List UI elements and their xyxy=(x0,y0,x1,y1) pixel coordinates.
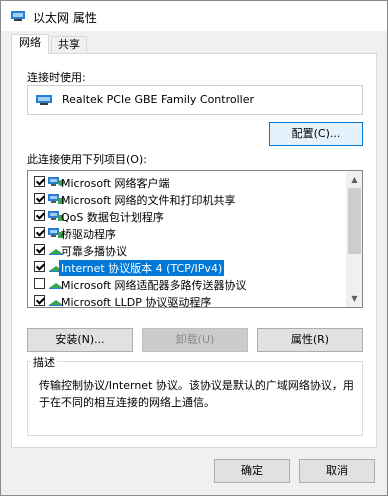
item-checkbox[interactable] xyxy=(34,210,45,221)
item-label: Microsoft 网络客户端 xyxy=(61,177,170,190)
tab-sharing[interactable]: 共享 xyxy=(51,36,87,54)
adapter-name: Realtek PCIe GBE Family Controller xyxy=(62,93,255,106)
tab-sharing-label: 共享 xyxy=(58,38,80,51)
item-checkbox[interactable] xyxy=(34,176,45,187)
item-label: Microsoft 网络的文件和打印机共享 xyxy=(61,194,236,207)
item-label: QoS 数据包计划程序 xyxy=(61,211,164,224)
list-item-selected[interactable]: Internet 协议版本 4 (TCP/IPv4) xyxy=(28,258,346,276)
tab-network-active[interactable]: 网络 xyxy=(11,34,49,54)
item-checkbox[interactable] xyxy=(34,278,45,289)
scroll-thumb[interactable] xyxy=(348,188,361,254)
install-button[interactable]: 安装(N)... xyxy=(27,328,133,352)
scroll-up-arrow-icon[interactable]: ▲ xyxy=(346,171,362,188)
scroll-down-arrow-icon[interactable]: ▼ xyxy=(346,290,362,307)
description-title: 描述 xyxy=(31,354,57,370)
description-text: 传输控制协议/Internet 协议。该协议是默认的广域网络协议，用于在不同的相… xyxy=(39,379,354,409)
items-label: 此连接使用下列项目(O): xyxy=(27,153,147,166)
item-label: Microsoft 网络适配器多路传送器协议 xyxy=(61,279,247,292)
properties-button[interactable]: 属性(R) xyxy=(257,328,363,352)
uninstall-button[interactable]: 卸载(U) xyxy=(142,328,248,352)
tab-network-active-label: 网络 xyxy=(19,36,41,49)
list-scrollbar[interactable]: ▲ ▼ xyxy=(346,171,362,307)
configure-button[interactable]: 配置(C)... xyxy=(269,122,363,146)
list-item[interactable]: Microsoft 网络适配器多路传送器协议 xyxy=(28,275,346,292)
item-label: 可靠多播协议 xyxy=(61,245,127,258)
item-label: Microsoft LLDP 协议驱动程序 xyxy=(61,296,212,308)
list-item[interactable]: Microsoft LLDP 协议驱动程序 xyxy=(28,292,346,308)
item-label: 桥驱动程序 xyxy=(61,228,116,241)
list-item[interactable]: QoS 数据包计划程序 xyxy=(28,207,346,224)
list-item[interactable]: 桥驱动程序 xyxy=(28,224,346,241)
network-adapter-icon xyxy=(36,94,52,106)
list-item[interactable]: Microsoft 网络的文件和打印机共享 xyxy=(28,190,346,207)
item-checkbox[interactable] xyxy=(34,244,45,255)
network-adapter-icon xyxy=(11,10,25,22)
cancel-button[interactable]: 取消 xyxy=(299,459,375,483)
item-label: Internet 协议版本 4 (TCP/IPv4) xyxy=(59,260,225,276)
adapter-display: Realtek PCIe GBE Family Controller xyxy=(27,85,363,115)
window-title: 以太网 属性 xyxy=(33,11,97,25)
connect-using-label: 连接时使用: xyxy=(27,71,86,84)
list-item[interactable]: 可靠多播协议 xyxy=(28,241,346,258)
item-checkbox[interactable] xyxy=(34,193,45,204)
item-checkbox[interactable] xyxy=(34,295,45,306)
item-checkbox[interactable] xyxy=(34,227,45,238)
components-list[interactable]: Microsoft 网络客户端 Microsoft 网络的文件和打印机共享 Qo… xyxy=(27,170,363,308)
properties-window: 以太网 属性 网络 网络 共享 连接时使用: Realtek PCIe GBE … xyxy=(0,0,388,496)
list-item[interactable]: Microsoft 网络客户端 xyxy=(28,173,346,190)
ok-button[interactable]: 确定 xyxy=(214,459,290,483)
item-checkbox[interactable] xyxy=(34,261,45,272)
title-bar[interactable]: 以太网 属性 xyxy=(1,1,387,31)
